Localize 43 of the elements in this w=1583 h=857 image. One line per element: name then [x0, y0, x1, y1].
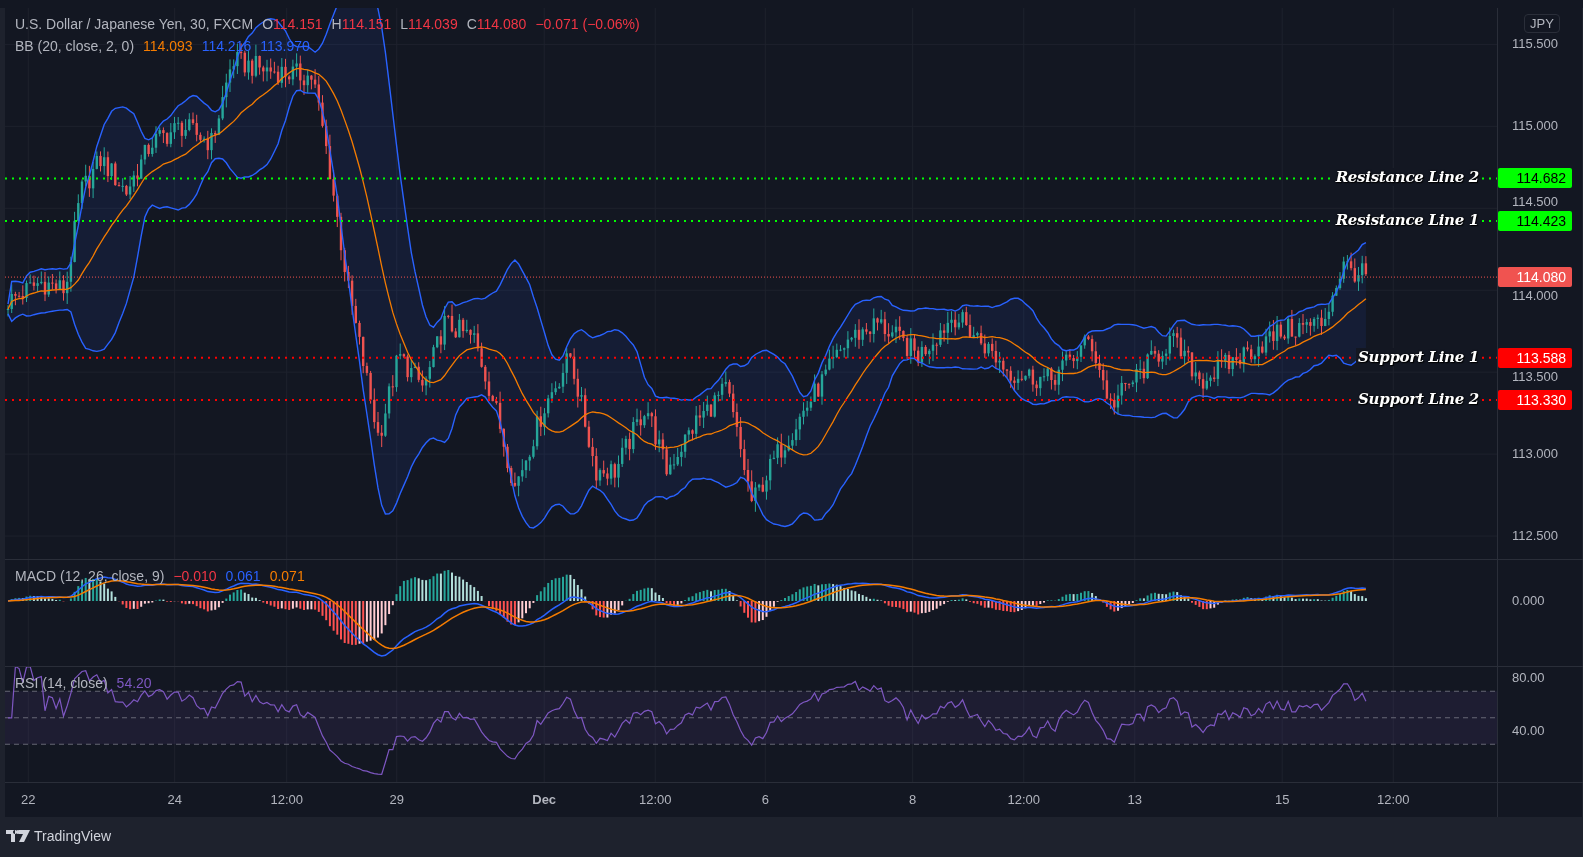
level-label: Resistance Line 2 — [1333, 168, 1481, 187]
time-label: 29 — [389, 792, 404, 807]
time-label: 15 — [1274, 792, 1290, 807]
indicator-value: 0.061 — [225, 568, 261, 584]
price-tick: 115.000 — [1512, 118, 1559, 134]
indicator-value: 0.071 — [269, 568, 305, 584]
time-label: 6 — [761, 792, 769, 807]
rsi-tick: 80.00 — [1512, 670, 1545, 685]
time-label: 12:00 — [1376, 792, 1410, 807]
ohlc-value: L114.039 — [400, 16, 458, 32]
brand-name: TradingView — [34, 828, 112, 844]
time-label: 12:00 — [638, 792, 672, 807]
indicator-value: −0.010 — [173, 568, 217, 584]
indicator-value: 54.20 — [116, 675, 152, 691]
logo-icon — [6, 830, 30, 842]
price-tick: 113.500 — [1512, 368, 1559, 384]
rsi-tick: 40.00 — [1512, 723, 1545, 738]
symbol-title: U.S. Dollar / Japanese Yen, 30, FXCM — [15, 16, 254, 32]
time-label: 8 — [909, 792, 917, 807]
indicator-value: 113.970 — [260, 38, 310, 54]
price-change: −0.071 (−0.06%) — [535, 16, 640, 32]
price-tag: 114.682 — [1498, 168, 1572, 189]
price-tag: 114.423 — [1498, 210, 1572, 231]
time-label: 24 — [167, 792, 182, 807]
time-label: 13 — [1127, 792, 1142, 807]
price-tick: 115.500 — [1512, 36, 1559, 52]
ohlc-value: C114.080 — [466, 16, 527, 32]
indicator-value: 114.093 — [143, 38, 193, 54]
time-label: 22 — [21, 792, 36, 807]
time-label: 12:00 — [270, 792, 303, 807]
indicator-name: BB (20, close, 2, 0) — [15, 38, 135, 54]
price-tag: 113.588 — [1498, 347, 1572, 368]
price-tick: 113.000 — [1512, 446, 1559, 462]
level-label: Support Line 2 — [1356, 390, 1481, 408]
current-price-tag: 114.080 — [1498, 267, 1572, 288]
time-label: Dec — [532, 792, 557, 807]
price-tick: 114.000 — [1512, 288, 1559, 304]
time-label: 12:00 — [1007, 792, 1040, 807]
price-tick: 112.500 — [1512, 528, 1559, 544]
price-tag: 113.330 — [1498, 390, 1572, 410]
macd-tick: 0.000 — [1512, 593, 1545, 608]
currency-button[interactable]: JPY — [1524, 14, 1560, 33]
price-tick: 114.500 — [1512, 193, 1559, 209]
